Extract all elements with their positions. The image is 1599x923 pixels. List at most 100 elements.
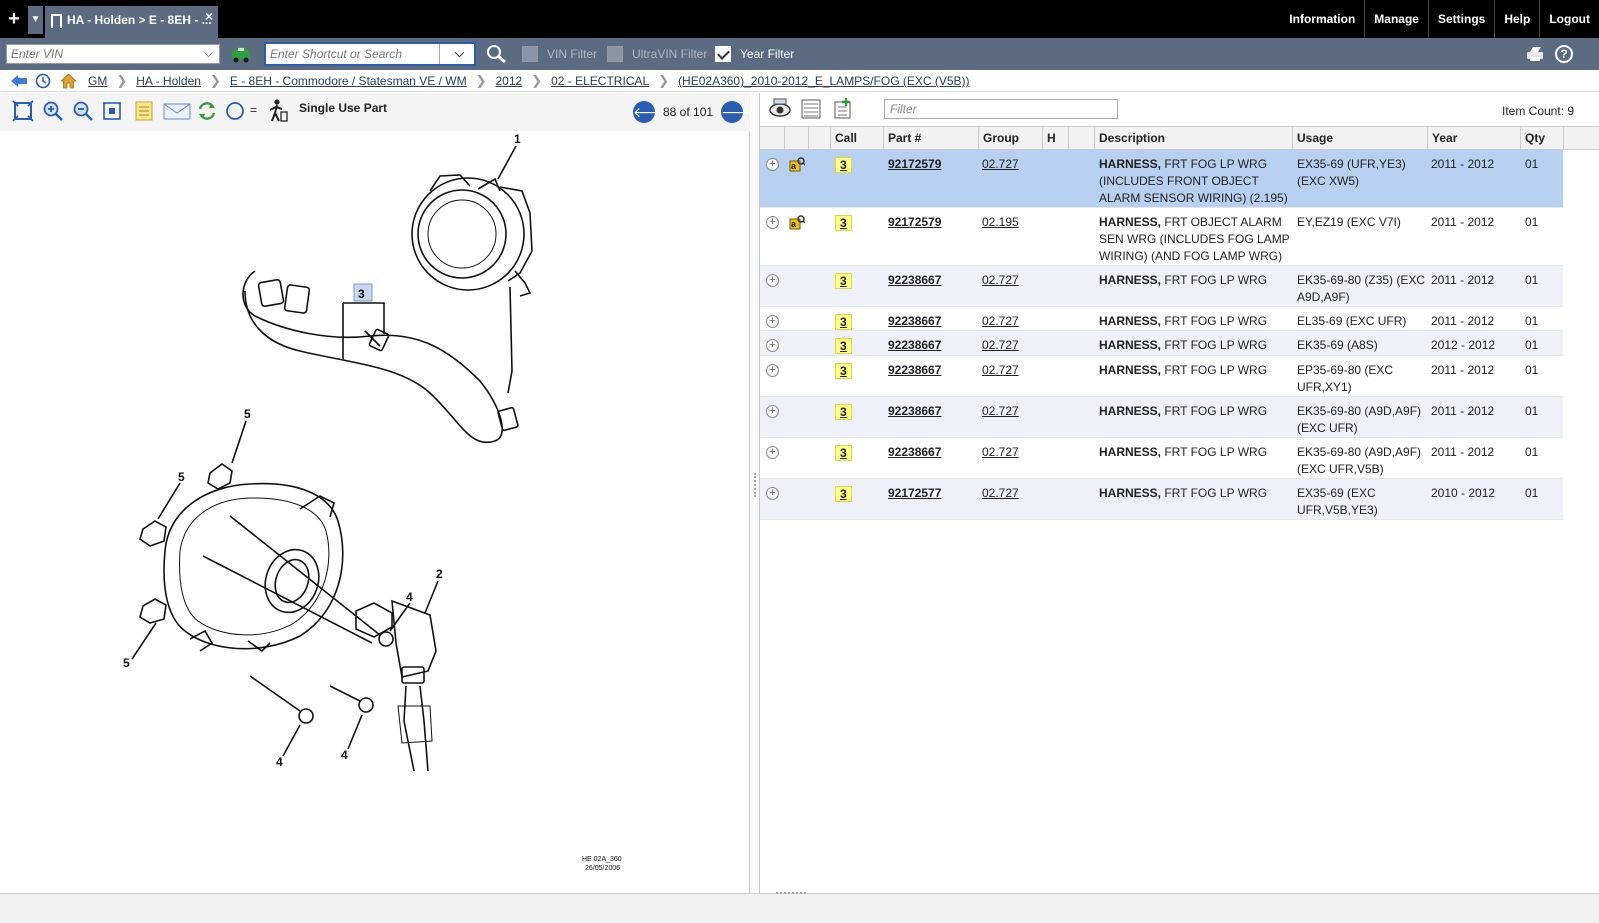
col-year[interactable]: Year bbox=[1427, 127, 1520, 149]
help-icon[interactable]: ? bbox=[1555, 45, 1573, 63]
table-row[interactable]: + 3 92238667 02.727 HARNESS, FRT FOG LP … bbox=[760, 397, 1563, 438]
back-arrow-icon[interactable] bbox=[10, 73, 28, 89]
year-filter-toggle[interactable]: Year Filter bbox=[715, 46, 794, 62]
callout-2[interactable]: 2 bbox=[436, 567, 443, 581]
knowledge-base-icon[interactable]: a bbox=[789, 214, 805, 230]
chevron-down-icon[interactable]: ⌵ bbox=[455, 46, 464, 61]
part-number-link[interactable]: 92238667 bbox=[888, 272, 941, 289]
crumb-gm[interactable]: GM bbox=[88, 74, 107, 88]
close-tab-icon[interactable]: × bbox=[205, 8, 213, 24]
expand-row-icon[interactable]: + bbox=[766, 216, 779, 229]
call-number-link[interactable]: 3 bbox=[835, 404, 852, 420]
part-number-link[interactable]: 92172577 bbox=[888, 485, 941, 502]
fit-to-window-icon[interactable] bbox=[12, 100, 34, 122]
previous-page-button[interactable]: 🡐 bbox=[633, 101, 671, 123]
table-row[interactable]: + 3 92238667 02.727 HARNESS, FRT FOG LP … bbox=[760, 356, 1563, 397]
call-number-link[interactable]: 3 bbox=[835, 445, 852, 461]
part-number-link[interactable]: 92238667 bbox=[888, 337, 941, 354]
part-number-link[interactable]: 92238667 bbox=[888, 362, 941, 379]
group-link[interactable]: 02.727 bbox=[982, 403, 1019, 420]
group-link[interactable]: 02.727 bbox=[982, 362, 1019, 379]
col-part-number[interactable]: Part # bbox=[883, 127, 978, 149]
nav-manage[interactable]: Manage bbox=[1365, 0, 1429, 38]
call-number-link[interactable]: 3 bbox=[835, 157, 852, 173]
group-link[interactable]: 02.727 bbox=[982, 313, 1019, 330]
table-row[interactable]: + 3 92238667 02.727 HARNESS, FRT FOG LP … bbox=[760, 266, 1563, 307]
view-toggle-icon[interactable] bbox=[768, 97, 792, 121]
callout-5-top[interactable]: 5 bbox=[244, 407, 251, 421]
next-page-button[interactable]: 🡒 bbox=[721, 101, 759, 123]
group-link[interactable]: 02.727 bbox=[982, 444, 1019, 461]
call-number-link[interactable]: 3 bbox=[835, 314, 852, 330]
tab-ha-holden[interactable]: HA - Holden > E - 8EH - ... × bbox=[45, 6, 218, 38]
notes-icon[interactable] bbox=[133, 100, 155, 122]
col-h[interactable]: H bbox=[1042, 127, 1068, 149]
expand-row-icon[interactable]: + bbox=[766, 405, 779, 418]
list-view-icon[interactable] bbox=[799, 97, 823, 121]
zoom-out-icon[interactable] bbox=[72, 100, 94, 122]
splitter-grip[interactable] bbox=[754, 473, 756, 497]
expand-row-icon[interactable]: + bbox=[766, 315, 779, 328]
callout-4-right[interactable]: 4 bbox=[406, 590, 413, 604]
part-number-link[interactable]: 92238667 bbox=[888, 403, 941, 420]
call-number-link[interactable]: 3 bbox=[835, 363, 852, 379]
table-row[interactable]: + 3 92172577 02.727 HARNESS, FRT FOG LP … bbox=[760, 479, 1563, 520]
email-icon[interactable] bbox=[162, 100, 192, 122]
search-icon[interactable] bbox=[486, 44, 508, 64]
bottom-splitter-grip[interactable] bbox=[776, 892, 806, 896]
part-number-link[interactable]: 92238667 bbox=[888, 444, 941, 461]
ultravin-filter-toggle[interactable]: UltraVIN Filter bbox=[607, 46, 707, 62]
crumb-year[interactable]: 2012 bbox=[496, 74, 523, 88]
group-link[interactable]: 02.727 bbox=[982, 485, 1019, 502]
bookmark-icon[interactable] bbox=[51, 14, 62, 33]
vin-input[interactable]: Enter VIN ⌵ bbox=[6, 44, 220, 64]
callout-1[interactable]: 1 bbox=[514, 132, 521, 146]
knowledge-base-icon[interactable]: a bbox=[789, 156, 805, 172]
expand-row-icon[interactable]: + bbox=[766, 274, 779, 287]
chevron-down-icon[interactable]: ⌵ bbox=[204, 46, 213, 61]
col-description[interactable]: Description bbox=[1094, 127, 1292, 149]
callout-5-left[interactable]: 5 bbox=[178, 470, 185, 484]
parts-filter-input[interactable]: Filter bbox=[884, 99, 1118, 119]
expand-row-icon[interactable]: + bbox=[766, 339, 779, 352]
actual-size-icon[interactable] bbox=[101, 100, 123, 122]
new-tab-button[interactable]: + bbox=[4, 8, 24, 30]
zoom-in-icon[interactable] bbox=[42, 100, 64, 122]
tab-list-dropdown[interactable]: ▼ bbox=[28, 6, 43, 34]
crumb-illustration[interactable]: (HE02A360)_2010-2012_E_LAMPS/FOG (EXC (V… bbox=[678, 74, 969, 88]
crumb-make[interactable]: HA - Holden bbox=[136, 74, 201, 88]
group-link[interactable]: 02.727 bbox=[982, 337, 1019, 354]
table-row[interactable]: + a 3 92172579 02.727 HARNESS, FRT FOG L… bbox=[760, 150, 1563, 208]
expand-row-icon[interactable]: + bbox=[766, 446, 779, 459]
call-number-link[interactable]: 3 bbox=[835, 273, 852, 289]
call-number-link[interactable]: 3 bbox=[835, 338, 852, 354]
expand-row-icon[interactable]: + bbox=[766, 487, 779, 500]
vin-filter-checkbox[interactable] bbox=[522, 46, 538, 62]
col-usage[interactable]: Usage bbox=[1292, 127, 1427, 149]
expand-row-icon[interactable]: + bbox=[766, 364, 779, 377]
group-link[interactable]: 02.727 bbox=[982, 272, 1019, 289]
nav-information[interactable]: Information bbox=[1280, 0, 1366, 38]
home-icon[interactable] bbox=[60, 73, 77, 89]
history-clock-icon[interactable] bbox=[35, 73, 51, 89]
parts-illustration[interactable]: 1 3 5 5 4 2 5 4 4 HE 02A_360 26/05/2006 bbox=[0, 131, 750, 893]
crumb-group[interactable]: 02 - ELECTRICAL bbox=[551, 74, 649, 88]
print-icon[interactable] bbox=[1524, 45, 1546, 63]
vehicle-icon[interactable] bbox=[230, 45, 252, 63]
crumb-model[interactable]: E - 8EH - Commodore / Statesman VE / WM bbox=[230, 74, 467, 88]
nav-logout[interactable]: Logout bbox=[1540, 0, 1599, 38]
callout-5-bottom[interactable]: 5 bbox=[123, 656, 130, 670]
refresh-icon[interactable] bbox=[196, 100, 218, 122]
year-filter-checkbox[interactable] bbox=[715, 46, 731, 62]
fog-lamp-housing[interactable] bbox=[411, 177, 525, 291]
group-link[interactable]: 02.195 bbox=[982, 214, 1019, 231]
add-to-order-icon[interactable] bbox=[831, 97, 855, 121]
col-qty[interactable]: Qty bbox=[1520, 127, 1563, 149]
table-row[interactable]: + 3 92238667 02.727 HARNESS, FRT FOG LP … bbox=[760, 438, 1563, 479]
part-number-link[interactable]: 92172579 bbox=[888, 214, 941, 231]
table-row[interactable]: + 3 92238667 02.727 HARNESS, FRT FOG LP … bbox=[760, 331, 1563, 356]
circle-highlight-icon[interactable] bbox=[224, 100, 246, 122]
part-number-link[interactable]: 92238667 bbox=[888, 313, 941, 330]
call-number-link[interactable]: 3 bbox=[835, 486, 852, 502]
table-row[interactable]: + 3 92238667 02.727 HARNESS, FRT FOG LP … bbox=[760, 307, 1563, 331]
